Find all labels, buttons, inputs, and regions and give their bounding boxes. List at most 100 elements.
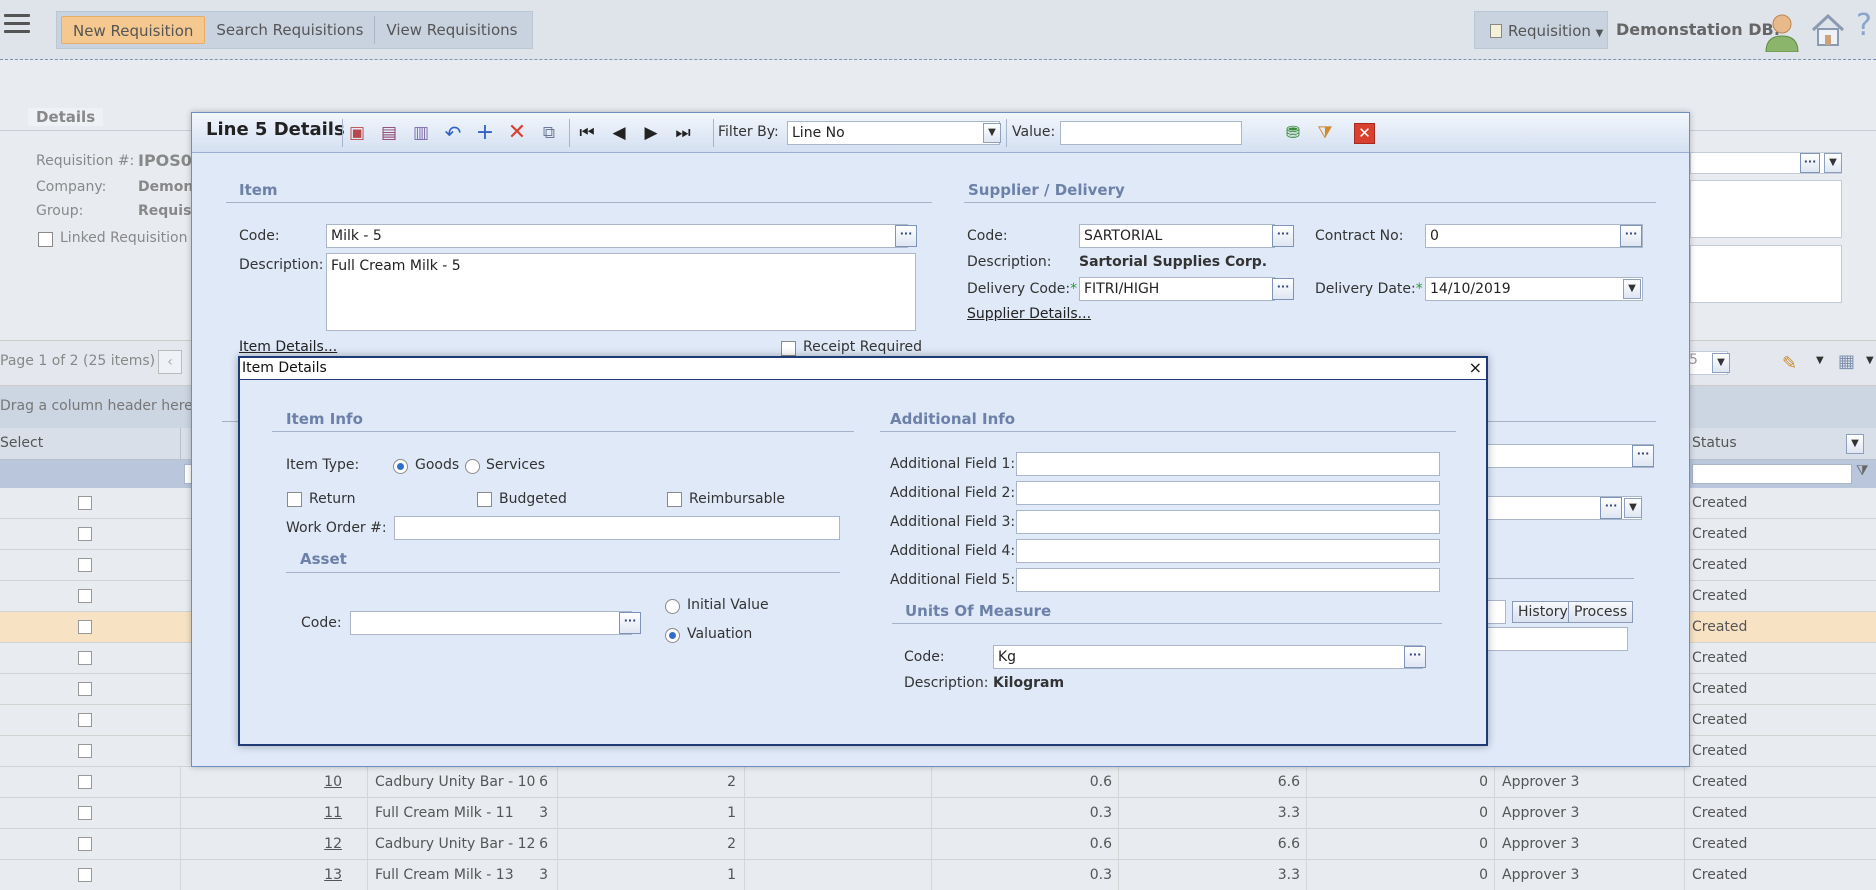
item-code-lookup-button[interactable]: ··· xyxy=(895,225,917,247)
previous-record-icon[interactable]: ◀ xyxy=(608,122,630,144)
filter-funnel-icon[interactable]: ⧩ xyxy=(1856,463,1869,479)
row-line-no[interactable]: 11 xyxy=(324,805,342,821)
contract-no-lookup-button[interactable]: ··· xyxy=(1620,225,1642,247)
home-icon[interactable] xyxy=(1810,12,1846,48)
clear-filter-icon[interactable]: ⧩ xyxy=(1314,122,1336,144)
col-select-header[interactable]: Select xyxy=(0,435,43,451)
nav-search-requisitions[interactable]: Search Requisitions xyxy=(205,16,376,44)
asset-code-lookup-button[interactable]: ··· xyxy=(619,612,641,634)
status-filter-arrow-icon[interactable]: ▼ xyxy=(1846,434,1864,454)
bg-textarea-right-1[interactable] xyxy=(1690,180,1842,238)
last-record-icon[interactable]: ⏭ xyxy=(672,122,694,144)
receipt-required-checkbox[interactable] xyxy=(781,341,796,356)
asset-code-input[interactable] xyxy=(350,611,632,635)
item-code-input[interactable]: Milk - 5 xyxy=(326,224,908,248)
row-select-checkbox[interactable] xyxy=(78,713,92,727)
delivery-code-input[interactable]: FITRI/HIGH xyxy=(1079,277,1275,301)
copy-icon[interactable]: ⧉ xyxy=(538,122,560,144)
budgeted-checkbox[interactable] xyxy=(477,492,492,507)
row-select-checkbox[interactable] xyxy=(78,806,92,820)
save-icon[interactable]: ▤ xyxy=(378,122,400,144)
row-line-no[interactable]: 12 xyxy=(324,836,342,852)
pager-size-arrow-icon[interactable]: ▼ xyxy=(1712,353,1730,373)
row-select-checkbox[interactable] xyxy=(78,496,92,510)
additional-field-input[interactable] xyxy=(1016,539,1440,563)
first-record-icon[interactable]: ⏮ xyxy=(576,122,598,144)
row-select-checkbox[interactable] xyxy=(78,651,92,665)
save-new-icon[interactable]: ▥ xyxy=(410,122,432,144)
row-select-checkbox[interactable] xyxy=(78,527,92,541)
delivery-date-input[interactable]: 14/10/2019 xyxy=(1425,277,1643,301)
row-select-checkbox[interactable] xyxy=(78,589,92,603)
history-button[interactable]: History xyxy=(1512,601,1574,623)
row-select-checkbox[interactable] xyxy=(78,620,92,634)
close-icon[interactable]: × xyxy=(1469,358,1482,377)
bg-textarea-right-2[interactable] xyxy=(1690,245,1842,303)
value-input[interactable] xyxy=(1060,121,1242,145)
work-order-input[interactable] xyxy=(394,516,840,540)
col-status-header[interactable]: Status xyxy=(1692,435,1737,451)
uom-code-lookup-button[interactable]: ··· xyxy=(1404,646,1426,668)
uom-code-input[interactable]: Kg xyxy=(993,645,1423,669)
filter-by-select[interactable]: Line No xyxy=(787,121,1000,145)
additional-field-input[interactable] xyxy=(1016,510,1440,534)
table-row[interactable]: 10 Cadbury Unity Bar - 10 6 2 0.6 6.6 0 Approve… xyxy=(0,767,1876,798)
delete-icon[interactable]: ✕ xyxy=(506,122,528,144)
delivery-date-arrow-icon[interactable]: ▼ xyxy=(1623,279,1641,299)
hamburger-menu-icon[interactable] xyxy=(4,14,30,34)
return-checkbox[interactable] xyxy=(287,492,302,507)
linked-requisition-checkbox[interactable] xyxy=(38,232,53,247)
contract-no-input[interactable]: 0 xyxy=(1425,224,1643,248)
apply-filter-icon[interactable]: ⛃ xyxy=(1282,122,1304,144)
reimbursable-checkbox[interactable] xyxy=(667,492,682,507)
supplier-details-link[interactable]: Supplier Details... xyxy=(967,306,1091,322)
undo-icon[interactable]: ↶ xyxy=(442,122,464,144)
goods-radio[interactable] xyxy=(393,459,408,474)
item-details-link[interactable]: Item Details... xyxy=(239,339,337,355)
hidden-field-2-arrow-icon[interactable]: ▼ xyxy=(1624,498,1642,518)
nav-new-requisition[interactable]: New Requisition xyxy=(61,16,206,44)
column-chooser-icon[interactable]: ▦ xyxy=(1838,351,1855,372)
valuation-radio[interactable] xyxy=(665,628,680,643)
save-close-icon[interactable]: ▣ xyxy=(346,122,368,144)
export-menu-arrow-icon[interactable]: ▼ xyxy=(1816,355,1824,366)
status-filter-input[interactable] xyxy=(1692,464,1852,484)
supplier-code-input[interactable]: SARTORIAL xyxy=(1079,224,1275,248)
row-line-no[interactable]: 13 xyxy=(324,867,342,883)
row-select-checkbox[interactable] xyxy=(78,775,92,789)
additional-field-input[interactable] xyxy=(1016,452,1440,476)
supplier-code-lookup-button[interactable]: ··· xyxy=(1272,225,1294,247)
table-row[interactable]: 11 Full Cream Milk - 11 3 1 0.3 3.3 0 Approver … xyxy=(0,798,1876,829)
next-record-icon[interactable]: ▶ xyxy=(640,122,662,144)
bg-dropdown-arrow-icon[interactable]: ▼ xyxy=(1824,153,1842,173)
hidden-field-1[interactable] xyxy=(1482,444,1654,468)
row-select-checkbox[interactable] xyxy=(78,868,92,882)
close-window-icon[interactable]: ✕ xyxy=(1354,123,1375,144)
pager-prev-icon[interactable]: ‹ xyxy=(158,350,182,374)
row-select-checkbox[interactable] xyxy=(78,558,92,572)
row-line-no[interactable]: 10 xyxy=(324,774,342,790)
item-description-textarea[interactable]: Full Cream Milk - 5 xyxy=(326,253,916,331)
delivery-code-lookup-button[interactable]: ··· xyxy=(1272,278,1294,300)
initial-value-radio[interactable] xyxy=(665,599,680,614)
requisition-menu-button[interactable]: Requisition ▼ xyxy=(1474,11,1608,49)
filter-by-arrow-icon[interactable]: ▼ xyxy=(983,123,1001,143)
table-row[interactable]: 13 Full Cream Milk - 13 3 1 0.3 3.3 0 Approver … xyxy=(0,860,1876,890)
column-menu-arrow-icon[interactable]: ▼ xyxy=(1866,355,1874,366)
table-row[interactable]: 12 Cadbury Unity Bar - 12 6 2 0.6 6.6 0 Approve… xyxy=(0,829,1876,860)
additional-field-input[interactable] xyxy=(1016,568,1440,592)
additional-field-input[interactable] xyxy=(1016,481,1440,505)
help-icon[interactable]: ? xyxy=(1856,8,1872,43)
services-radio[interactable] xyxy=(465,459,480,474)
hidden-field-2-lookup-button[interactable]: ··· xyxy=(1600,497,1622,519)
hidden-field-4[interactable] xyxy=(1482,627,1628,651)
row-select-checkbox[interactable] xyxy=(78,744,92,758)
row-select-checkbox[interactable] xyxy=(78,682,92,696)
row-select-checkbox[interactable] xyxy=(78,837,92,851)
add-icon[interactable]: + xyxy=(474,122,496,144)
nav-view-requisitions[interactable]: View Requisitions xyxy=(375,16,528,44)
export-icon[interactable]: ✎ xyxy=(1782,353,1797,374)
hidden-field-1-lookup-button[interactable]: ··· xyxy=(1632,445,1654,467)
bg-lookup-button[interactable]: ··· xyxy=(1800,153,1820,173)
user-avatar-icon[interactable] xyxy=(1762,10,1802,52)
